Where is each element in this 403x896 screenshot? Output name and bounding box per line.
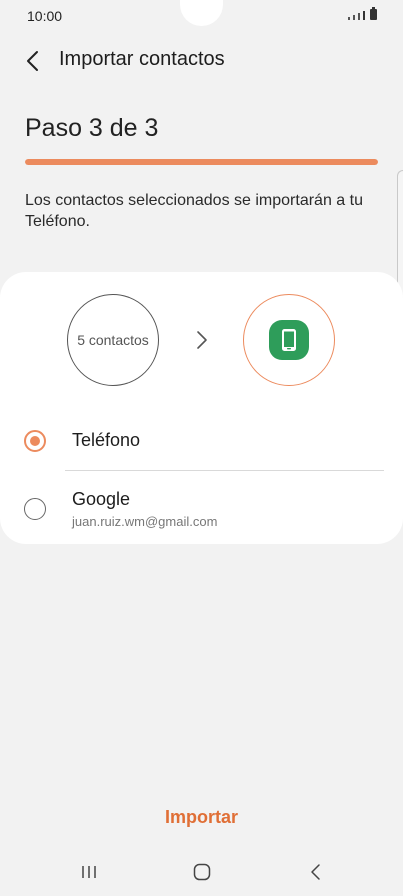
signal-icon-bar [358, 13, 360, 20]
radio-telefono[interactable] [24, 430, 46, 452]
option-google-label: Google [72, 489, 131, 509]
import-button[interactable]: Importar [0, 800, 403, 834]
chevron-left-icon [27, 51, 38, 71]
status-icons [348, 7, 377, 20]
source-contacts-label: 5 contactos [77, 332, 149, 348]
recents-icon [82, 866, 96, 878]
step-title: Paso 3 de 3 [25, 114, 159, 142]
option-google[interactable]: Google juan.ruiz.wm@gmail.com [0, 482, 403, 534]
step-progress-bar [25, 159, 378, 165]
home-button[interactable] [187, 860, 217, 884]
back-icon [311, 864, 320, 880]
option-google-account: juan.ruiz.wm@gmail.com [72, 514, 218, 529]
signal-icon-bar [353, 15, 355, 20]
app-header: Importar contactos [0, 42, 403, 78]
system-back-button[interactable] [301, 860, 331, 884]
status-bar: 10:00 [0, 0, 403, 32]
option-telefono[interactable]: Teléfono [0, 422, 403, 462]
source-contacts-circle: 5 contactos [67, 294, 159, 386]
radio-google[interactable] [24, 498, 46, 520]
page-title: Importar contactos [59, 48, 225, 70]
option-telefono-label: Teléfono [72, 430, 141, 450]
phone-icon [269, 320, 309, 360]
camera-notch [180, 0, 223, 26]
destination-card: 5 contactos Teléfono Google juan.ruiz.wm… [0, 272, 403, 544]
back-button[interactable] [18, 46, 48, 76]
step-progress-fill [25, 159, 378, 165]
target-storage-circle [243, 294, 335, 386]
signal-icon-bar [363, 11, 365, 20]
home-icon [193, 863, 211, 881]
status-time: 10:00 [27, 8, 63, 24]
options-divider [65, 470, 384, 471]
navigation-bar [0, 852, 403, 892]
battery-icon [370, 7, 377, 20]
signal-icon [348, 17, 350, 20]
chevron-right-icon [197, 331, 207, 349]
edge-panel-handle[interactable] [397, 170, 403, 298]
recents-button[interactable] [74, 860, 104, 884]
import-description: Los contactos seleccionados se importará… [25, 192, 363, 230]
